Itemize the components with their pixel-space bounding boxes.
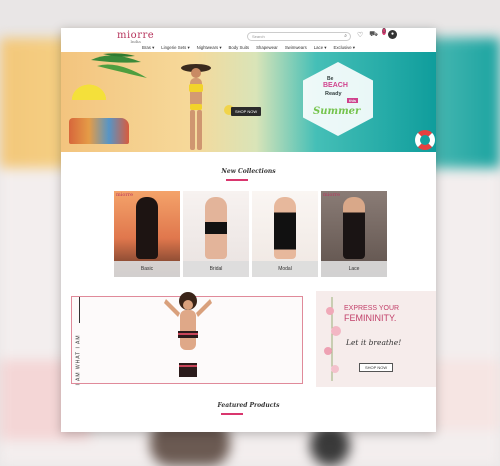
main-nav: Bras ▾ Lingerie Sets ▾ Nightwears ▾ Body… [61,45,436,51]
collection-card-bridal[interactable]: Bridal [183,191,249,277]
card-model-image [205,197,227,259]
nav-body-suits[interactable]: Body Suits [229,45,250,51]
collection-card-basic[interactable]: miorre Basic [114,191,180,277]
featured-products-title: Featured Products [217,402,280,409]
nav-swimwears[interactable]: Swimwears [285,45,307,51]
banner-text-this: this [347,98,359,103]
website-screenshot: miorre India Search ⌕ ♡ ⛟ 0 ● Bras ▾ Ling… [61,28,436,432]
collection-cards: miorre Basic Bridal Modal miorre Lace [114,191,387,277]
hero-banner[interactable]: SHOP NOW Be BEACH Ready this Summer [61,52,436,152]
i-am-what-i-am-promo[interactable]: I AM WHAT I AM [71,292,303,386]
promo-model-image [164,292,212,377]
cart-count-badge: 0 [382,28,386,35]
nav-bras[interactable]: Bras ▾ [142,45,154,51]
search-icon[interactable]: ⌕ [344,33,347,39]
nav-exclusive[interactable]: Exclusive ▾ [333,45,355,51]
promo-headline-line1: EXPRESS YOUR [344,305,400,312]
nav-lace[interactable]: Lace ▾ [314,45,327,51]
card-model-image [343,197,365,259]
promo-script-text: Let it breathe! [346,338,402,347]
header-icons: ♡ ⛟ 0 ● [357,28,397,39]
collection-card-lace[interactable]: miorre Lace [321,191,387,277]
card-model-image [136,197,158,259]
nav-shapewear[interactable]: Shapewear [256,45,278,51]
card-model-image [274,197,296,259]
account-icon[interactable]: ● [388,30,397,39]
beach-umbrella [69,82,109,100]
wishlist-icon[interactable]: ♡ [357,31,363,39]
banner-text-summer: Summer [313,106,361,117]
nav-nightwears[interactable]: Nightwears ▾ [197,45,222,51]
card-label: Lace [321,261,387,277]
summer-hexagon: Be BEACH Ready this Summer [303,62,373,136]
banner-shop-now-button[interactable]: SHOP NOW [231,107,262,116]
cart-icon[interactable]: ⛟ 0 [369,28,386,39]
express-femininity-promo[interactable]: EXPRESS YOUR FEMININITY. Let it breathe!… [316,291,436,387]
search-placeholder: Search [252,34,265,39]
flower-decoration [324,297,341,381]
nav-lingerie-sets[interactable]: Lingerie Sets ▾ [161,45,189,51]
title-underline [221,413,243,415]
promo-vertical-text: I AM WHAT I AM [75,334,82,386]
hero-model-image [181,64,211,150]
card-label: Modal [252,261,318,277]
card-brand-tag: miorre [116,192,134,198]
card-label: Basic [114,261,180,277]
promo-shop-now-button[interactable]: SHOP NOW [359,363,394,372]
promo-headline: EXPRESS YOUR FEMININITY. [344,305,399,324]
site-logo[interactable]: miorre India [117,30,154,44]
banner-text-beach: BEACH [323,82,348,89]
card-label: Bridal [183,261,249,277]
banner-text-ready: Ready [325,91,342,97]
collection-card-modal[interactable]: Modal [252,191,318,277]
beach-bags-decoration [69,118,129,144]
promo-headline-line2: FEMININITY. [344,313,397,323]
life-ring-decoration [415,130,435,150]
title-underline [226,179,248,181]
card-brand-tag: miorre [323,192,341,198]
new-collections-title: New Collections [221,168,276,175]
search-input[interactable]: Search ⌕ [247,32,351,41]
vertical-line [79,297,80,323]
